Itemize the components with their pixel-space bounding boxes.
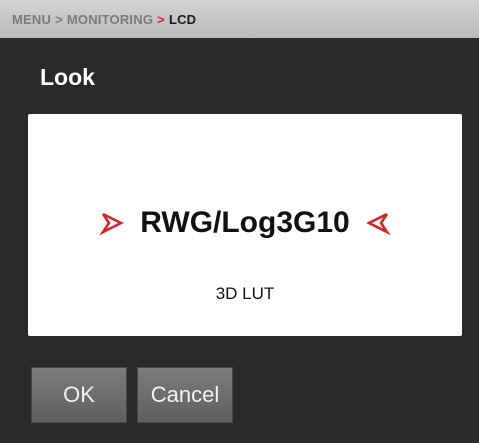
breadcrumb-separator: > [55,11,63,27]
breadcrumb-item-menu[interactable]: MENU [12,12,51,27]
look-value: RWG/Log3G10 [140,206,350,239]
breadcrumb-item-lcd: LCD [168,11,197,27]
breadcrumb-separator-current: > [157,11,165,27]
look-value-panel[interactable]: RWG/Log3G10 3D LUT [28,114,462,336]
breadcrumb: MENU > MONITORING > LCD [0,0,479,38]
ok-button[interactable]: OK [31,367,127,423]
chevron-left-icon[interactable] [364,209,392,237]
value-selector[interactable]: RWG/Log3G10 [28,206,462,240]
chevron-right-icon[interactable] [98,209,126,237]
breadcrumb-item-monitoring[interactable]: MONITORING [67,12,153,27]
cancel-button[interactable]: Cancel [137,367,233,423]
page-title: Look [40,64,95,90]
look-type-label: 3D LUT [215,284,275,303]
